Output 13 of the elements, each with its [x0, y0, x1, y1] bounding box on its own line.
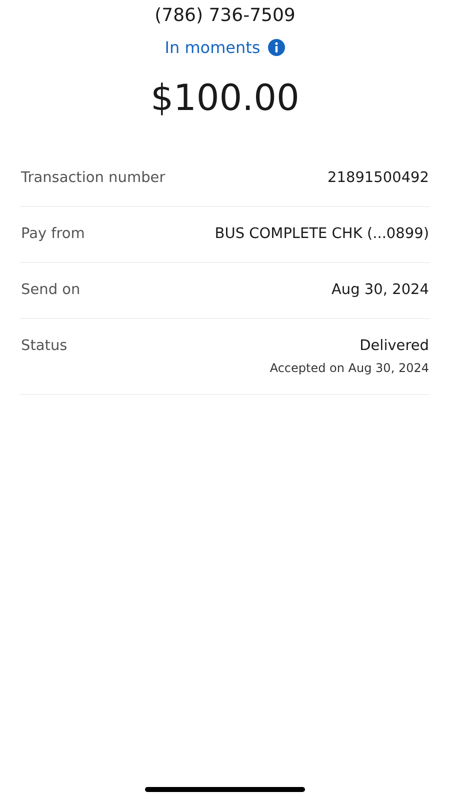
info-icon	[268, 39, 286, 56]
amount: $100.00	[150, 77, 300, 121]
detail-value: Delivered	[360, 337, 429, 356]
detail-label: Transaction number	[21, 169, 166, 188]
detail-label: Pay from	[21, 225, 85, 244]
detail-value: BUS COMPLETE CHK (...0899)	[214, 225, 429, 244]
detail-label: Send on	[21, 281, 80, 300]
phone-number: (786) 736-7509	[154, 4, 296, 28]
detail-value: 21891500492	[328, 169, 429, 188]
delivery-info-button[interactable]: In moments	[164, 38, 286, 57]
detail-label: Status	[21, 337, 68, 356]
status-note: Accepted on Aug 30, 2024	[270, 360, 429, 377]
detail-value: Aug 30, 2024	[332, 281, 429, 300]
